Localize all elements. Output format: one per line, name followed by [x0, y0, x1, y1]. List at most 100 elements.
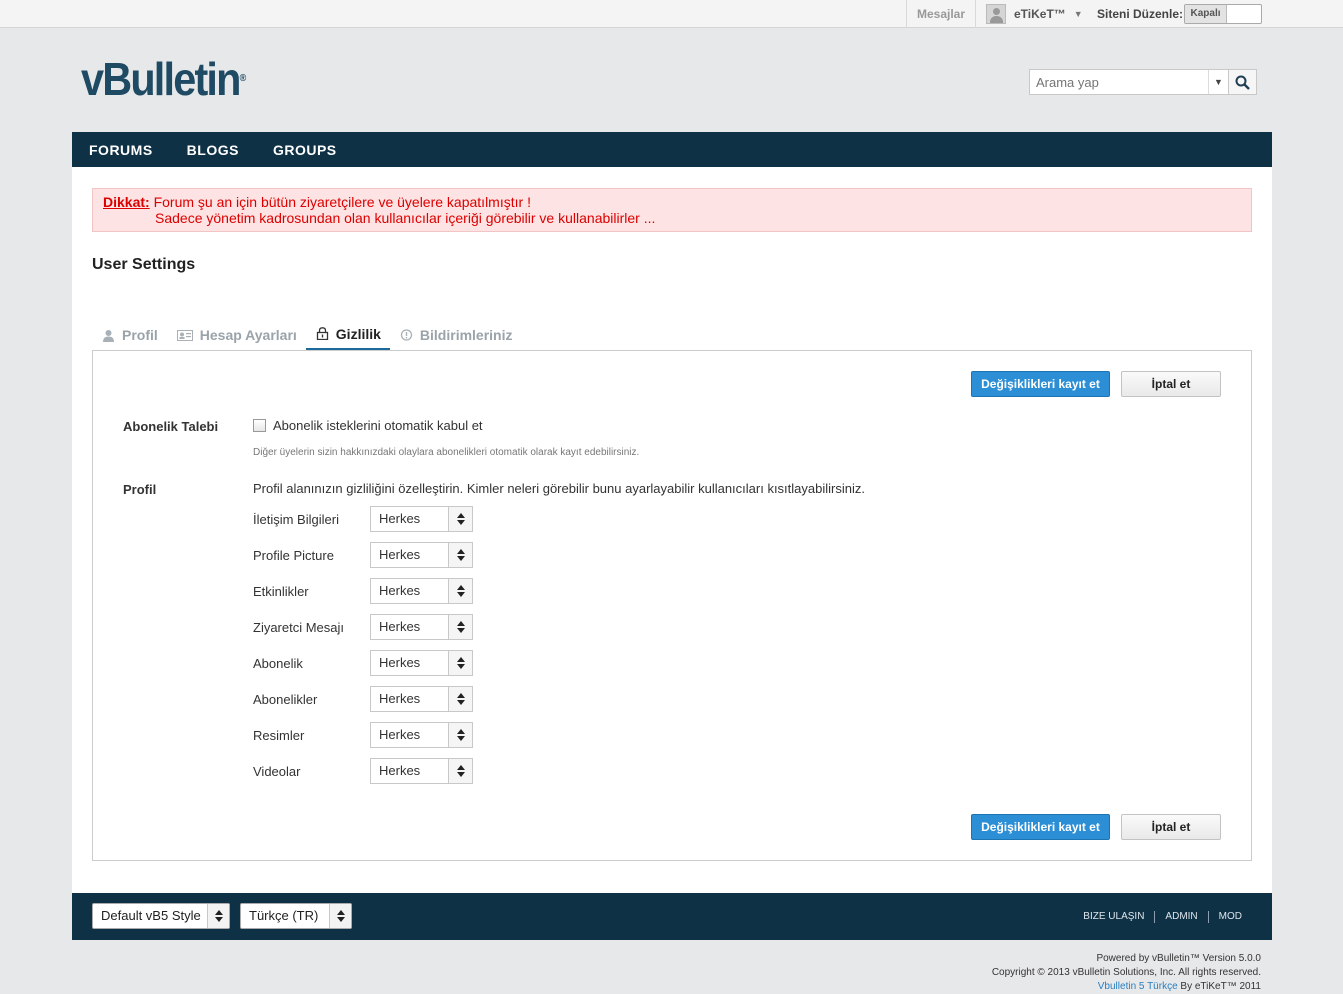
- language-select[interactable]: Türkçe (TR): [240, 903, 352, 929]
- auto-accept-checkbox[interactable]: [253, 419, 266, 432]
- page-title: User Settings: [92, 256, 196, 273]
- privacy-row: İletişim Bilgileri Herkes: [253, 506, 473, 532]
- user-menu[interactable]: eTiKeT™ ▼: [986, 4, 1083, 24]
- site-edit-toggle[interactable]: Kapalı: [1184, 4, 1262, 24]
- search-icon: [1235, 75, 1250, 90]
- privacy-settings-panel: Değişiklikleri kayıt et İptal et Aboneli…: [92, 350, 1252, 861]
- up-down-arrows-icon: [448, 615, 472, 639]
- privacy-select-value: Herkes: [379, 547, 421, 562]
- privacy-row: Resimler Herkes: [253, 722, 473, 748]
- privacy-select-value: Herkes: [379, 619, 421, 634]
- up-down-arrows-icon: [329, 904, 351, 928]
- alert-line-1: Forum şu an için bütün ziyaretçilere ve …: [153, 194, 531, 210]
- logo-text: vBulletin: [81, 53, 241, 105]
- footer-links: BIZE ULAŞIN ADMIN MOD: [1073, 893, 1252, 940]
- privacy-select-value: Herkes: [379, 763, 421, 778]
- privacy-select[interactable]: Herkes: [370, 758, 473, 784]
- up-down-arrows-icon: [448, 507, 472, 531]
- nav-item-forums[interactable]: FORUMS: [89, 142, 153, 158]
- privacy-row-label: Abonelik: [253, 655, 303, 671]
- language-select-value: Türkçe (TR): [249, 908, 319, 923]
- search-options-chevron-icon[interactable]: ▼: [1208, 70, 1228, 94]
- privacy-row-label: Profile Picture: [253, 547, 334, 563]
- registered-mark-icon: ®: [239, 73, 247, 84]
- alert-title: Dikkat:: [103, 194, 150, 210]
- privacy-select[interactable]: Herkes: [370, 506, 473, 532]
- up-down-arrows-icon: [448, 687, 472, 711]
- footer-link-mod[interactable]: MOD: [1207, 910, 1252, 923]
- tab-label: Bildirimleriniz: [419, 327, 513, 343]
- privacy-row-label: Ziyaretci Mesajı: [253, 619, 345, 635]
- privacy-select-value: Herkes: [379, 511, 421, 526]
- avatar: [986, 4, 1006, 24]
- copyright-line-1: Powered by vBulletin™ Version 5.0.0: [1096, 953, 1261, 964]
- profile-section-label: Profil: [123, 482, 157, 497]
- tab-bildirimleriniz[interactable]: Bildirimleriniz: [390, 319, 522, 351]
- privacy-select[interactable]: Herkes: [370, 722, 473, 748]
- site-edit-label: Siteni Düzenle:: [1097, 7, 1184, 21]
- footer-link-contact[interactable]: BIZE ULAŞIN: [1073, 911, 1154, 923]
- search-input[interactable]: [1030, 70, 1208, 94]
- cancel-button-bottom[interactable]: İptal et: [1121, 814, 1221, 840]
- tab-profil[interactable]: Profil: [92, 319, 167, 351]
- privacy-select[interactable]: Herkes: [370, 650, 473, 676]
- privacy-select-value: Herkes: [379, 727, 421, 742]
- privacy-select[interactable]: Herkes: [370, 614, 473, 640]
- id-card-icon: [176, 329, 193, 341]
- profile-description: Profil alanınızın gizliliğini özelleştir…: [253, 481, 865, 496]
- privacy-row-label: İletişim Bilgileri: [253, 511, 339, 527]
- messages-link[interactable]: Mesajlar: [906, 0, 976, 28]
- save-button-bottom[interactable]: Değişiklikleri kayıt et: [971, 814, 1110, 840]
- main-nav: FORUMS BLOGS GROUPS: [72, 132, 1272, 167]
- privacy-row-label: Abonelikler: [253, 691, 318, 707]
- up-down-arrows-icon: [207, 904, 229, 928]
- copyright-link[interactable]: Vbulletin 5 Türkçe: [1098, 981, 1178, 992]
- nav-item-blogs[interactable]: BLOGS: [187, 142, 239, 158]
- tab-gizlilik[interactable]: Gizlilik: [305, 319, 390, 351]
- privacy-select-value: Herkes: [379, 655, 421, 670]
- style-select[interactable]: Default vB5 Style: [92, 903, 230, 929]
- tab-hesap-ayarlari[interactable]: Hesap Ayarları: [167, 319, 306, 351]
- privacy-row-label: Resimler: [253, 727, 305, 743]
- settings-tabs: Profil Hesap Ayarları Gizlilik Bildiriml…: [92, 319, 522, 351]
- privacy-select[interactable]: Herkes: [370, 686, 473, 712]
- privacy-row: Ziyaretci Mesajı Herkes: [253, 614, 473, 640]
- copyright: Powered by vBulletin™ Version 5.0.0 Copy…: [992, 952, 1261, 994]
- privacy-row: Profile Picture Herkes: [253, 542, 473, 568]
- save-button-top[interactable]: Değişiklikleri kayıt et: [971, 371, 1110, 397]
- copyright-line-2: Copyright © 2013 vBulletin Solutions, In…: [991, 967, 1261, 978]
- privacy-select-value: Herkes: [379, 691, 421, 706]
- subscription-section-label: Abonelik Talebi: [123, 419, 219, 434]
- user-icon: [103, 329, 114, 342]
- cancel-button-top[interactable]: İptal et: [1121, 371, 1221, 397]
- privacy-row-label: Videolar: [253, 763, 301, 779]
- auto-accept-row: Abonelik isteklerini otomatik kabul et: [253, 418, 483, 433]
- bell-icon: [400, 328, 413, 341]
- top-bar: Mesajlar eTiKeT™ ▼ Siteni Düzenle: Kapal…: [0, 0, 1343, 28]
- auto-accept-label[interactable]: Abonelik isteklerini otomatik kabul et: [273, 418, 483, 433]
- up-down-arrows-icon: [448, 543, 472, 567]
- maintenance-alert: Dikkat: Forum şu an için bütün ziyaretçi…: [92, 188, 1252, 232]
- privacy-row: Abonelikler Herkes: [253, 686, 473, 712]
- main-content: Dikkat: Forum şu an için bütün ziyaretçi…: [72, 167, 1272, 893]
- nav-item-groups[interactable]: GROUPS: [273, 142, 337, 158]
- up-down-arrows-icon: [448, 579, 472, 603]
- privacy-select[interactable]: Herkes: [370, 542, 473, 568]
- footer-link-admin[interactable]: ADMIN: [1154, 910, 1207, 923]
- alert-line-2: Sadece yönetim kadrosundan olan kullanıc…: [155, 210, 656, 226]
- username: eTiKeT™: [1014, 7, 1066, 21]
- copyright-credit: By eTiKeT™ 2011: [1177, 981, 1261, 992]
- tab-label: Gizlilik: [335, 325, 381, 342]
- privacy-select-value: Herkes: [379, 583, 421, 598]
- privacy-row: Videolar Herkes: [253, 758, 473, 784]
- privacy-row-label: Etkinlikler: [253, 583, 309, 599]
- tab-label: Hesap Ayarları: [199, 327, 297, 343]
- privacy-select[interactable]: Herkes: [370, 578, 473, 604]
- up-down-arrows-icon: [448, 723, 472, 747]
- tab-label: Profil: [122, 327, 158, 343]
- privacy-row: Etkinlikler Herkes: [253, 578, 473, 604]
- subscription-hint: Diğer üyelerin sizin hakkınızdaki olayla…: [253, 447, 640, 458]
- logo[interactable]: vBulletin®: [81, 56, 246, 102]
- lock-icon: [316, 327, 328, 340]
- search-button[interactable]: [1228, 70, 1256, 94]
